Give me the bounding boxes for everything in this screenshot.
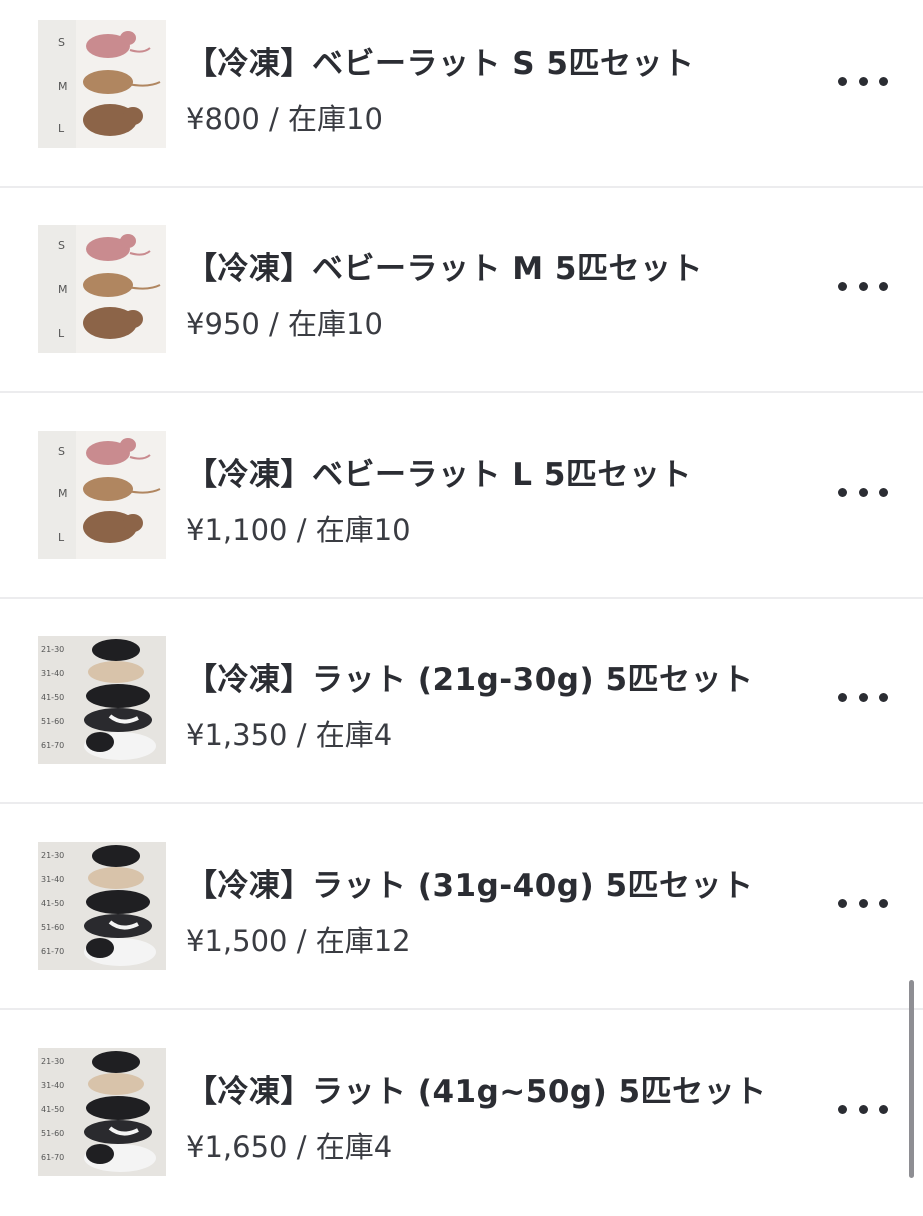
more-options-icon[interactable] (838, 271, 888, 301)
product-price-stock: ¥1,100 / 在庫10 (186, 507, 411, 549)
svg-text:L: L (58, 327, 65, 340)
product-thumbnail[interactable]: S M L (38, 225, 166, 353)
dot (838, 487, 847, 497)
dot (858, 487, 868, 497)
svg-text:31-40: 31-40 (41, 1081, 64, 1090)
svg-text:21-30: 21-30 (41, 645, 64, 654)
svg-text:51-60: 51-60 (41, 717, 64, 726)
product-row[interactable]: 21-30 31-40 41-50 51-60 61-70 【冷凍】ラット (3… (0, 805, 923, 1010)
product-stock: 在庫10 (288, 307, 383, 341)
svg-text:21-30: 21-30 (41, 1057, 64, 1066)
product-stock: 在庫4 (315, 1130, 393, 1164)
product-thumbnail[interactable]: 21-30 31-40 41-50 51-60 61-70 (38, 1048, 166, 1176)
more-options-icon[interactable] (838, 1094, 888, 1124)
svg-text:41-50: 41-50 (41, 899, 64, 908)
more-options-icon[interactable] (838, 477, 888, 507)
svg-text:31-40: 31-40 (41, 669, 64, 678)
product-thumbnail[interactable]: 21-30 31-40 41-50 51-60 61-70 (38, 636, 166, 764)
svg-text:M: M (58, 80, 68, 93)
dot (858, 76, 868, 86)
product-price-stock: ¥800 / 在庫10 (186, 96, 383, 138)
product-price-stock: ¥1,650 / 在庫4 (186, 1124, 392, 1166)
dot (858, 692, 868, 702)
product-stock: 在庫10 (315, 513, 411, 547)
product-stock: 在庫12 (315, 924, 411, 958)
svg-text:S: S (58, 239, 65, 252)
svg-text:61-70: 61-70 (41, 1153, 64, 1162)
product-price: ¥1,650 (186, 1130, 288, 1164)
price-stock-separator: / (287, 718, 316, 752)
svg-text:S: S (58, 445, 65, 458)
svg-text:61-70: 61-70 (41, 741, 64, 750)
product-row[interactable]: 21-30 31-40 41-50 51-60 61-70 【冷凍】ラット (4… (0, 1011, 923, 1216)
product-price-stock: ¥950 / 在庫10 (186, 301, 383, 343)
product-title[interactable]: 【冷凍】ベビーラット S 5匹セット (186, 38, 694, 83)
product-stock: 在庫4 (315, 718, 393, 752)
svg-text:31-40: 31-40 (41, 875, 64, 884)
dot (879, 898, 888, 908)
svg-text:L: L (58, 531, 65, 544)
svg-text:S: S (58, 36, 65, 49)
product-price: ¥1,100 (186, 513, 288, 547)
product-row[interactable]: S M L 【冷凍】ベビーラット M 5匹セット ¥950 / 在庫10 (0, 188, 923, 393)
more-options-icon[interactable] (838, 682, 888, 712)
dot (838, 1104, 847, 1114)
product-price: ¥1,500 (186, 924, 288, 958)
dot (879, 1104, 888, 1114)
dot (858, 898, 868, 908)
product-stock: 在庫10 (288, 102, 383, 136)
more-options-icon[interactable] (838, 888, 888, 918)
product-title[interactable]: 【冷凍】ラット (31g-40g) 5匹セット (186, 860, 754, 905)
product-row[interactable]: 21-30 31-40 41-50 51-60 61-70 【冷凍】ラット (2… (0, 599, 923, 804)
svg-text:M: M (58, 487, 68, 500)
product-title[interactable]: 【冷凍】ベビーラット M 5匹セット (186, 243, 703, 288)
svg-text:51-60: 51-60 (41, 923, 64, 932)
price-stock-separator: / (259, 102, 289, 136)
price-stock-separator: / (287, 513, 316, 547)
product-price: ¥1,350 (186, 718, 288, 752)
product-thumbnail[interactable]: 21-30 31-40 41-50 51-60 61-70 (38, 842, 166, 970)
product-price-stock: ¥1,500 / 在庫12 (186, 918, 411, 960)
svg-text:61-70: 61-70 (41, 947, 64, 956)
svg-text:21-30: 21-30 (41, 851, 64, 860)
dot (879, 692, 888, 702)
dot (858, 281, 868, 291)
scrollbar[interactable] (909, 980, 914, 1178)
svg-text:M: M (58, 283, 68, 296)
svg-text:51-60: 51-60 (41, 1129, 64, 1138)
product-thumbnail[interactable]: S M L (38, 431, 166, 559)
dot (858, 1104, 868, 1114)
svg-text:L: L (58, 122, 65, 135)
price-stock-separator: / (259, 307, 289, 341)
price-stock-separator: / (287, 924, 316, 958)
svg-text:41-50: 41-50 (41, 693, 64, 702)
dot (838, 281, 847, 291)
product-price-stock: ¥1,350 / 在庫4 (186, 712, 392, 754)
price-stock-separator: / (287, 1130, 316, 1164)
dot (838, 692, 847, 702)
more-options-icon[interactable] (838, 66, 888, 96)
product-title[interactable]: 【冷凍】ラット (21g-30g) 5匹セット (186, 654, 754, 699)
product-price: ¥800 (186, 102, 260, 136)
dot (879, 487, 888, 497)
product-thumbnail[interactable]: S M L (38, 20, 166, 148)
dot (879, 281, 888, 291)
dot (879, 76, 888, 86)
product-title[interactable]: 【冷凍】ラット (41g~50g) 5匹セット (186, 1066, 767, 1111)
svg-text:41-50: 41-50 (41, 1105, 64, 1114)
product-row[interactable]: S M L 【冷凍】ベビーラット S 5匹セット ¥800 / 在庫10 (0, 0, 923, 188)
product-title[interactable]: 【冷凍】ベビーラット L 5匹セット (186, 449, 692, 494)
product-row[interactable]: S M L 【冷凍】ベビーラット L 5匹セット ¥1,100 / 在庫10 (0, 394, 923, 599)
product-price: ¥950 (186, 307, 260, 341)
dot (838, 898, 847, 908)
dot (838, 76, 847, 86)
